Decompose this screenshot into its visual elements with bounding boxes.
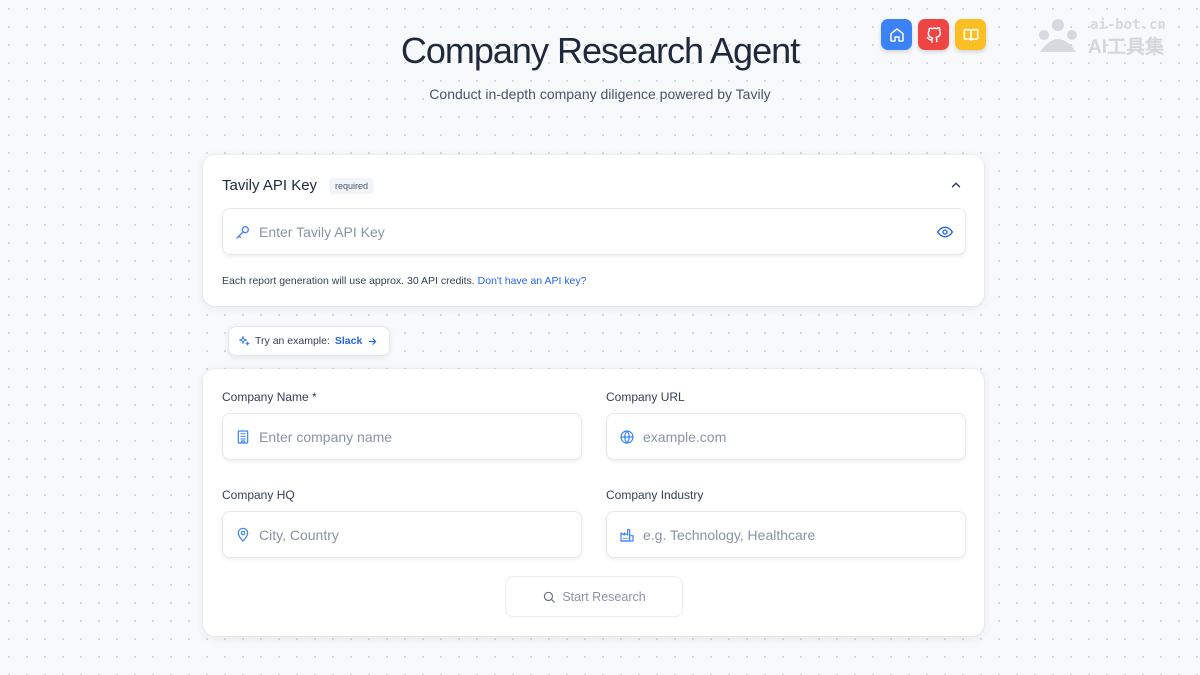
company-name-input[interactable] bbox=[259, 414, 547, 459]
company-industry-field[interactable] bbox=[606, 511, 966, 558]
research-form-card: Company Name * Company URL Company HQ Co… bbox=[203, 369, 984, 636]
key-icon bbox=[236, 225, 249, 239]
company-hq-field[interactable] bbox=[222, 511, 582, 558]
example-prefix: Try an example: bbox=[255, 335, 330, 347]
page-subtitle: Conduct in-depth company diligence power… bbox=[429, 86, 771, 102]
company-hq-label: Company HQ bbox=[222, 488, 295, 502]
company-hq-input[interactable] bbox=[259, 512, 547, 557]
building-icon bbox=[237, 429, 249, 444]
company-industry-input[interactable] bbox=[643, 512, 931, 557]
page-title: Company Research Agent bbox=[400, 30, 800, 71]
start-research-button[interactable]: Start Research bbox=[505, 576, 683, 617]
required-badge: required bbox=[329, 178, 375, 194]
api-key-card: Tavily API Key required Each report gene… bbox=[203, 155, 984, 306]
api-key-input[interactable] bbox=[259, 209, 931, 254]
example-company: Slack bbox=[334, 335, 363, 347]
chevron-up-icon[interactable] bbox=[949, 178, 963, 192]
arrow-right-icon bbox=[369, 337, 377, 345]
map-pin-icon bbox=[237, 527, 249, 542]
try-example-button[interactable]: Try an example: Slack bbox=[228, 326, 390, 356]
book-icon[interactable] bbox=[955, 19, 986, 50]
watermark-logo: ai-bot.cn AI工具集 bbox=[1034, 16, 1184, 58]
factory-icon bbox=[620, 528, 634, 542]
get-api-key-link[interactable]: Don't have an API key? bbox=[478, 275, 587, 287]
api-credit-note: Each report generation will use approx. … bbox=[222, 275, 586, 287]
watermark-domain: ai-bot.cn bbox=[1090, 17, 1166, 33]
company-name-label: Company Name * bbox=[222, 390, 317, 404]
sparkles-icon bbox=[239, 336, 250, 346]
api-key-field[interactable] bbox=[222, 208, 966, 255]
company-name-field[interactable] bbox=[222, 413, 582, 460]
company-url-label: Company URL bbox=[606, 390, 685, 404]
github-icon[interactable] bbox=[918, 19, 949, 50]
watermark-brand: AI工具集 bbox=[1088, 37, 1165, 58]
globe-icon bbox=[620, 429, 634, 444]
company-url-field[interactable] bbox=[606, 413, 966, 460]
company-url-input[interactable] bbox=[643, 414, 931, 459]
search-icon bbox=[544, 591, 556, 603]
top-nav bbox=[881, 19, 986, 50]
api-credit-text: Each report generation will use approx. … bbox=[222, 275, 475, 287]
eye-icon[interactable] bbox=[937, 224, 953, 240]
start-research-label: Start Research bbox=[562, 589, 646, 604]
home-icon[interactable] bbox=[881, 19, 912, 50]
paw-logo-icon bbox=[1039, 19, 1077, 52]
api-key-title: Tavily API Key bbox=[222, 177, 318, 194]
company-industry-label: Company Industry bbox=[606, 488, 704, 502]
